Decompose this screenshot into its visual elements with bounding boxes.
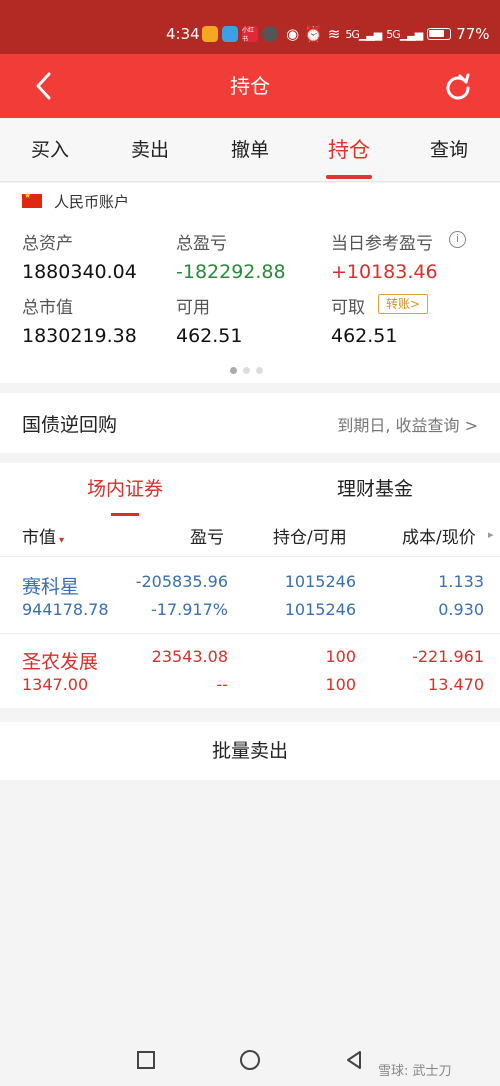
stock-price: 13.470 <box>428 675 484 694</box>
signal-icon: 5G▁▃▅ <box>345 27 382 41</box>
holdings-panel: 场内证券 理财基金 市值 ▾ 盈亏 持仓/可用 成本/现价 ▸ 赛科星 94417… <box>0 463 500 708</box>
nav-bar: 持仓 <box>0 54 500 118</box>
reverse-repo-link[interactable]: 到期日, 收益查询 > <box>337 412 478 436</box>
active-tab-indicator <box>326 175 372 179</box>
stock-name: 圣农发展 <box>22 651 99 673</box>
eye-icon: ◉ <box>286 25 300 43</box>
total-pl-label: 总盈亏 <box>176 234 227 254</box>
col-market-value[interactable]: 市值 ▾ <box>22 523 64 548</box>
square-icon <box>137 1051 155 1069</box>
recent-apps-button[interactable] <box>134 1048 158 1072</box>
reverse-repo-title: 国债逆回购 <box>22 414 118 436</box>
stock-available: 100 <box>325 675 356 694</box>
status-app-icons: 小红书 <box>202 25 278 43</box>
trade-tabs: 买入 卖出 撤单 持仓 查询 <box>0 118 500 182</box>
withdrawable-label: 可取 <box>331 298 365 318</box>
chevron-right-icon: ▸ <box>488 528 494 541</box>
refresh-icon <box>446 73 470 100</box>
transfer-button[interactable]: 转账> <box>378 294 428 314</box>
page-dot <box>243 367 250 374</box>
stock-market-value: 944178.78 <box>22 600 109 619</box>
wifi-icon: ≋ <box>327 25 341 43</box>
page-indicator <box>230 367 263 374</box>
stock-cost: 1.133 <box>438 572 484 591</box>
watermark: 雪球: 武士刀 <box>378 1064 452 1079</box>
available-label: 可用 <box>176 298 210 318</box>
withdrawable-value: 462.51 <box>331 325 398 347</box>
stock-price: 0.930 <box>438 600 484 619</box>
info-icon[interactable]: i <box>449 231 466 248</box>
col-position: 持仓/可用 <box>273 528 347 548</box>
stock-cost: -221.961 <box>412 647 484 666</box>
battery-percent: 77% <box>456 25 490 43</box>
circle-icon <box>240 1050 260 1070</box>
total-assets-label: 总资产 <box>22 234 73 254</box>
battery-icon <box>427 28 452 40</box>
tab-exchange-securities[interactable]: 场内证券 <box>45 463 205 515</box>
divider <box>0 633 500 634</box>
status-time: 4:34 <box>166 25 200 43</box>
app-red-icon: 小红书 <box>242 26 258 43</box>
page-dot <box>256 367 263 374</box>
sub-tab-indicator <box>111 513 139 516</box>
account-name: 人民币账户 <box>54 193 130 211</box>
batch-sell-button[interactable]: 批量卖出 <box>0 722 500 780</box>
back-nav-button[interactable] <box>342 1048 366 1072</box>
app-orange-icon <box>202 26 218 42</box>
tab-buy[interactable]: 买入 <box>5 118 95 182</box>
tab-sell[interactable]: 卖出 <box>105 118 195 182</box>
tab-positions[interactable]: 持仓 <box>304 118 394 182</box>
account-summary: 人民币账户 总资产 1880340.04 总盈亏 -182292.88 当日参考… <box>0 183 500 383</box>
available-value: 462.51 <box>176 325 243 347</box>
app-blue-icon <box>222 26 238 42</box>
market-value-value: 1830219.38 <box>22 325 137 347</box>
alarm-icon: ⏰ <box>304 25 323 43</box>
page-title: 持仓 <box>230 74 270 98</box>
stock-name: 赛科星 <box>22 576 80 598</box>
chevron-left-icon <box>36 72 51 100</box>
stock-pl: -205835.96 <box>135 572 228 591</box>
app-circle-icon <box>262 26 278 42</box>
stock-pl: 23543.08 <box>151 647 228 666</box>
stock-pl-pct: -17.917% <box>151 600 228 619</box>
divider <box>0 556 500 557</box>
sort-icon: ▾ <box>59 535 65 546</box>
home-button[interactable] <box>238 1048 262 1072</box>
total-pl-value: -182292.88 <box>176 261 286 283</box>
col-profit-loss: 盈亏 <box>190 528 224 548</box>
col-cost-price: 成本/现价 <box>402 528 476 548</box>
triangle-back-icon <box>347 1051 361 1069</box>
china-flag-icon <box>22 191 42 208</box>
stock-pl-pct: -- <box>216 675 228 694</box>
stock-available: 1015246 <box>284 600 356 619</box>
refresh-button[interactable] <box>438 66 478 106</box>
reverse-repo-row[interactable]: 国债逆回购 到期日, 收益查询 > <box>0 393 500 453</box>
daily-pl-value: +10183.46 <box>331 261 438 283</box>
total-assets-value: 1880340.04 <box>22 261 137 283</box>
status-bar: 4:34 小红书 ◉ ⏰ ≋ 5G▁▃▅ 5G▁▃▅ 77% <box>0 0 500 54</box>
batch-sell-label: 批量卖出 <box>211 740 288 762</box>
signal-icon: 5G▁▃▅ <box>386 27 423 41</box>
tab-cancel[interactable]: 撤单 <box>205 118 295 182</box>
market-value-label: 总市值 <box>22 298 73 318</box>
stock-position: 100 <box>325 647 356 666</box>
tab-query[interactable]: 查询 <box>404 118 494 182</box>
status-indicators: ◉ ⏰ ≋ 5G▁▃▅ 5G▁▃▅ 77% <box>286 24 490 44</box>
daily-pl-label: 当日参考盈亏 <box>331 234 433 254</box>
stock-position: 1015246 <box>284 572 356 591</box>
page-dot <box>230 367 237 374</box>
back-button[interactable] <box>24 66 64 106</box>
tab-wealth-funds[interactable]: 理财基金 <box>295 463 455 515</box>
stock-market-value: 1347.00 <box>22 675 89 694</box>
